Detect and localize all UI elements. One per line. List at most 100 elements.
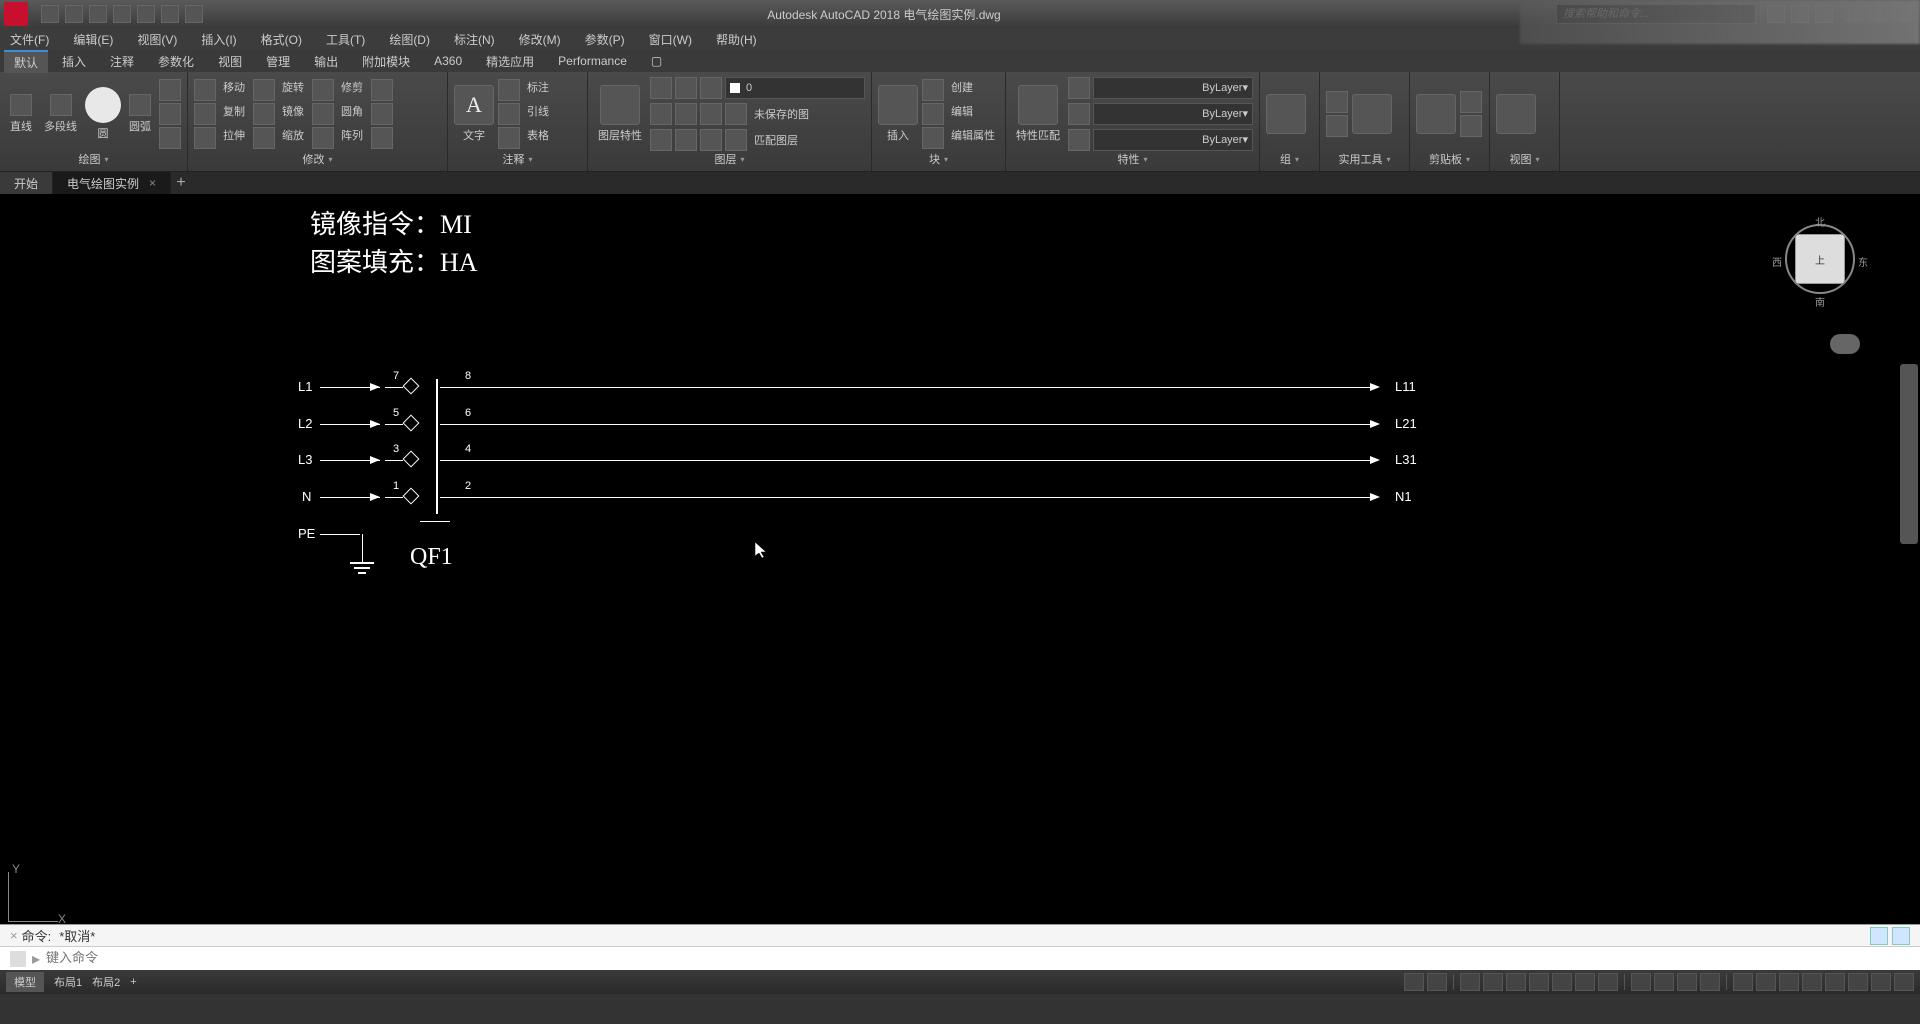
qat-undo-icon[interactable] bbox=[161, 5, 179, 23]
copy-icon[interactable] bbox=[194, 103, 216, 125]
stat-units-icon[interactable] bbox=[1802, 973, 1822, 991]
lineweight-dropdown[interactable]: ByLayer ▾ bbox=[1093, 103, 1253, 125]
stat-model-icon[interactable] bbox=[1404, 973, 1424, 991]
panel-modify-title[interactable]: 修改 bbox=[194, 151, 441, 167]
base-view-icon[interactable] bbox=[1496, 94, 1536, 134]
qat-open-icon[interactable] bbox=[65, 5, 83, 23]
viewcube-east[interactable]: 东 bbox=[1858, 254, 1868, 269]
ribbon-tab-extra[interactable]: ▢ bbox=[641, 52, 672, 70]
match-prop-icon[interactable] bbox=[1018, 85, 1058, 125]
arc-icon[interactable] bbox=[129, 94, 151, 116]
menu-dim[interactable]: 标注(N) bbox=[448, 29, 501, 50]
qat-new-icon[interactable] bbox=[41, 5, 59, 23]
scale-icon[interactable] bbox=[253, 127, 275, 149]
stretch-icon[interactable] bbox=[194, 127, 216, 149]
layer-t1-icon[interactable] bbox=[650, 103, 672, 125]
ribbon-tab-insert[interactable]: 插入 bbox=[52, 51, 96, 72]
viewcube-ring[interactable] bbox=[1785, 224, 1855, 294]
layer-state2-icon[interactable] bbox=[675, 77, 697, 99]
mod-extra3-icon[interactable] bbox=[371, 127, 393, 149]
panel-group-title[interactable]: 组 bbox=[1266, 151, 1313, 167]
cmd-opt2-icon[interactable] bbox=[1892, 927, 1910, 945]
ribbon-tab-featured[interactable]: 精选应用 bbox=[476, 51, 544, 72]
menu-tools[interactable]: 工具(T) bbox=[320, 29, 371, 50]
menu-help[interactable]: 帮助(H) bbox=[710, 29, 763, 50]
viewcube-south[interactable]: 南 bbox=[1815, 294, 1825, 309]
dim-icon[interactable] bbox=[498, 79, 520, 101]
stat-lock-icon[interactable] bbox=[1756, 973, 1776, 991]
fillet-icon[interactable] bbox=[312, 103, 334, 125]
table-icon[interactable] bbox=[498, 127, 520, 149]
cut-icon[interactable] bbox=[1460, 91, 1482, 113]
panel-view-title[interactable]: 视图 bbox=[1496, 151, 1553, 167]
linetype-icon[interactable] bbox=[1068, 129, 1090, 151]
stat-lwt-icon[interactable] bbox=[1575, 973, 1595, 991]
file-tab-close-icon[interactable]: × bbox=[149, 176, 156, 190]
stat-clean-icon[interactable] bbox=[1871, 973, 1891, 991]
qat-plot-icon[interactable] bbox=[137, 5, 155, 23]
trim-icon[interactable] bbox=[312, 79, 334, 101]
stat-hardware-icon[interactable] bbox=[1848, 973, 1868, 991]
polyline-icon[interactable] bbox=[50, 94, 72, 116]
select-icon[interactable] bbox=[1326, 115, 1348, 137]
line-icon[interactable] bbox=[10, 94, 32, 116]
ribbon-tab-output[interactable]: 输出 bbox=[304, 51, 348, 72]
mod-extra2-icon[interactable] bbox=[371, 103, 393, 125]
file-tab-start[interactable]: 开始 bbox=[0, 172, 53, 194]
layer-t2-icon[interactable] bbox=[675, 103, 697, 125]
util-icon[interactable] bbox=[1352, 94, 1392, 134]
cmd-opt1-icon[interactable] bbox=[1870, 927, 1888, 945]
ribbon-tab-perf[interactable]: Performance bbox=[548, 52, 637, 70]
stat-qp-icon[interactable] bbox=[1779, 973, 1799, 991]
menu-param[interactable]: 参数(P) bbox=[579, 29, 631, 50]
stat-2d3d-icon[interactable] bbox=[1654, 973, 1674, 991]
panel-block-title[interactable]: 块 bbox=[878, 151, 999, 167]
draw-extra1-icon[interactable] bbox=[159, 79, 181, 101]
qat-saveas-icon[interactable] bbox=[113, 5, 131, 23]
file-tab-add-button[interactable]: + bbox=[171, 174, 191, 192]
ribbon-tab-manage[interactable]: 管理 bbox=[256, 51, 300, 72]
color-swatch-icon[interactable] bbox=[1068, 77, 1090, 99]
rotate-icon[interactable] bbox=[253, 79, 275, 101]
edit-attr-icon[interactable] bbox=[922, 127, 944, 149]
layer-state1-icon[interactable] bbox=[650, 77, 672, 99]
stat-cycle-icon[interactable] bbox=[1631, 973, 1651, 991]
layer-b3-icon[interactable] bbox=[700, 129, 722, 151]
lineweight-icon[interactable] bbox=[1068, 103, 1090, 125]
stat-transp-icon[interactable] bbox=[1598, 973, 1618, 991]
stat-otrack-icon[interactable] bbox=[1552, 973, 1572, 991]
color-dropdown[interactable]: ByLayer ▾ bbox=[1093, 77, 1253, 99]
cmd-close-icon[interactable]: × bbox=[10, 928, 18, 943]
panel-annot-title[interactable]: 注释 bbox=[454, 151, 581, 167]
command-input[interactable] bbox=[46, 951, 1910, 966]
layer-dropdown[interactable]: 0 bbox=[725, 77, 865, 99]
menu-modify[interactable]: 修改(M) bbox=[513, 29, 567, 50]
edit-block-icon[interactable] bbox=[922, 103, 944, 125]
group-icon[interactable] bbox=[1266, 94, 1306, 134]
menu-format[interactable]: 格式(O) bbox=[255, 29, 308, 50]
leader-icon[interactable] bbox=[498, 103, 520, 125]
layer-props-icon[interactable] bbox=[600, 85, 640, 125]
viewcube-north[interactable]: 北 bbox=[1815, 214, 1825, 229]
menu-file[interactable]: 文件(F) bbox=[4, 29, 55, 50]
menu-draw[interactable]: 绘图(D) bbox=[383, 29, 436, 50]
stat-workspace-icon[interactable] bbox=[1733, 973, 1753, 991]
tab-layout2[interactable]: 布局2 bbox=[92, 974, 120, 990]
file-tab-current[interactable]: 电气绘图实例× bbox=[53, 172, 171, 194]
qat-save-icon[interactable] bbox=[89, 5, 107, 23]
menu-view[interactable]: 视图(V) bbox=[131, 29, 183, 50]
stat-ortho-icon[interactable] bbox=[1483, 973, 1503, 991]
layer-b1-icon[interactable] bbox=[650, 129, 672, 151]
linetype-dropdown[interactable]: ByLayer ▾ bbox=[1093, 129, 1253, 151]
menu-insert[interactable]: 插入(I) bbox=[195, 29, 242, 50]
layer-b4-icon[interactable] bbox=[725, 129, 747, 151]
drawing-canvas[interactable]: 镜像指令：MI 图案填充：HA L1 L2 L3 N PE L11 L21 L3… bbox=[0, 194, 1920, 924]
ribbon-tab-addon[interactable]: 附加模块 bbox=[352, 51, 420, 72]
clip-copy-icon[interactable] bbox=[1460, 115, 1482, 137]
create-block-icon[interactable] bbox=[922, 79, 944, 101]
draw-extra3-icon[interactable] bbox=[159, 127, 181, 149]
stat-osnap-icon[interactable] bbox=[1529, 973, 1549, 991]
viewcube-west[interactable]: 西 bbox=[1772, 254, 1782, 269]
mirror-icon[interactable] bbox=[253, 103, 275, 125]
panel-draw-title[interactable]: 绘图 bbox=[6, 151, 181, 167]
